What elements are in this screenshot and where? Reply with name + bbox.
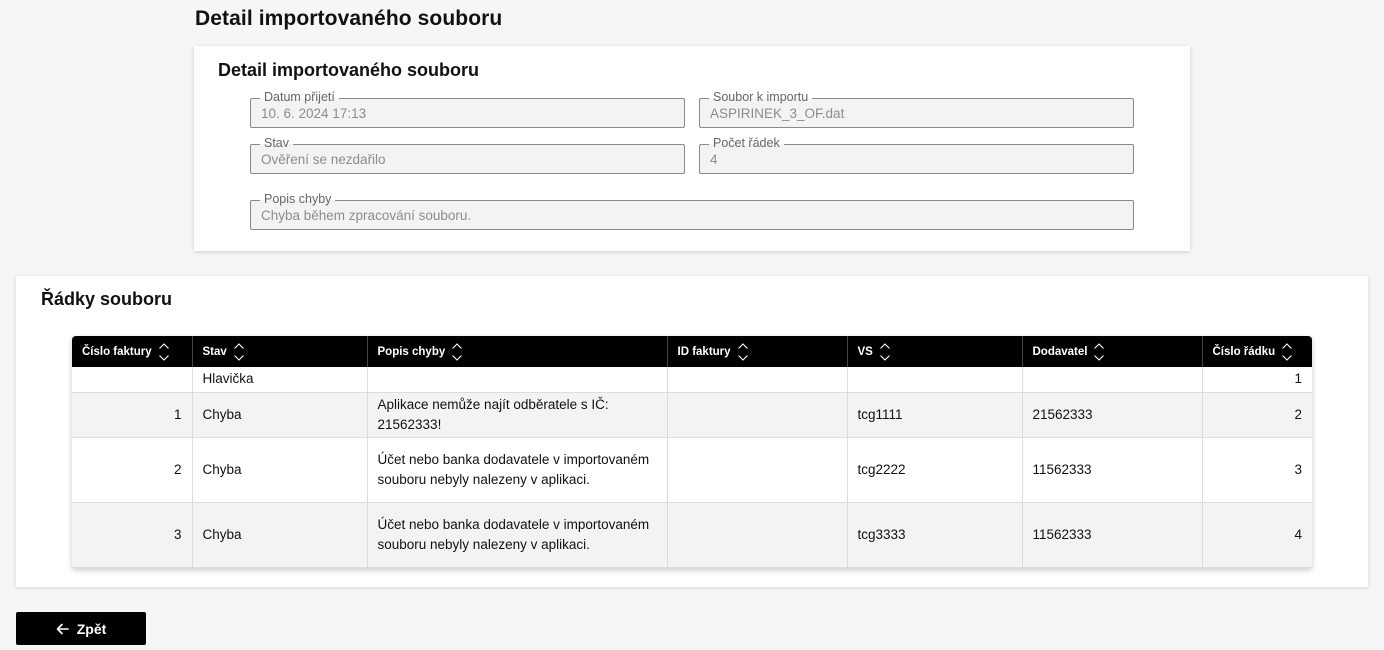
datum-prijeti-field[interactable]: Datum přijetí 10. 6. 2024 17:13 [250,90,685,128]
table-row[interactable]: Hlavička 1 [72,367,1312,393]
col-header-id-faktury[interactable]: ID faktury [667,336,848,367]
sort-icon[interactable] [158,342,170,362]
col-header-label: ID faktury [677,345,731,358]
cell-cislo-radku: 2 [1202,392,1312,438]
cell-id-faktury [667,392,848,438]
col-header-dodavatel[interactable]: Dodavatel [1022,336,1203,367]
col-header-label: VS [857,345,873,358]
page-title: Detail importovaného souboru [195,7,503,30]
arrow-left-icon [56,623,69,635]
sort-icon[interactable] [451,342,463,362]
cell-dodavatel: 11562333 [1022,437,1203,503]
col-header-cislo-faktury[interactable]: Číslo faktury [72,336,193,367]
cell-cislo-faktury: 3 [72,502,193,568]
sort-icon[interactable] [1093,342,1105,362]
rows-table-wrap: Číslo faktury Stav Popis chyby ID faktur… [72,336,1312,568]
table-row[interactable]: 1 Chyba Aplikace nemůže najít odběratele… [72,392,1312,438]
popis-chyby-field[interactable]: Popis chyby Chyba během zpracování soubo… [250,192,1134,230]
col-header-stav[interactable]: Stav [192,336,368,367]
datum-prijeti-value: 10. 6. 2024 17:13 [261,106,367,121]
stav-value: Ověření se nezdařilo [261,152,386,167]
col-header-popis-chyby[interactable]: Popis chyby [367,336,668,367]
cell-dodavatel [1022,367,1203,393]
pocet-radek-label: Počet řádek [709,136,784,151]
col-header-label: Dodavatel [1032,345,1088,358]
pocet-radek-field[interactable]: Počet řádek 4 [699,136,1134,174]
cell-id-faktury [667,502,848,568]
cell-id-faktury [667,437,848,503]
col-header-label: Stav [202,345,227,358]
col-header-cislo-radku[interactable]: Číslo řádku [1202,336,1312,367]
detail-card: Detail importovaného souboru Datum přije… [194,46,1190,251]
stav-label: Stav [260,136,294,151]
cell-dodavatel: 11562333 [1022,502,1203,568]
table-row[interactable]: 3 Chyba Účet nebo banka dodavatele v imp… [72,502,1312,568]
cell-stav: Chyba [192,392,368,438]
cell-id-faktury [667,367,848,393]
col-header-label: Popis chyby [377,345,446,358]
cell-popis-chyby: Účet nebo banka dodavatele v importované… [367,502,668,568]
pocet-radek-value: 4 [710,152,718,167]
cell-vs [847,367,1023,393]
col-header-vs[interactable]: VS [847,336,1023,367]
soubor-value: ASPIRINEK_3_OF.dat [710,106,845,121]
cell-cislo-radku: 1 [1202,367,1312,393]
popis-chyby-label: Popis chyby [260,192,336,207]
cell-cislo-faktury [72,367,193,393]
sort-icon[interactable] [737,342,749,362]
back-button-label: Zpět [76,620,107,637]
cell-stav: Chyba [192,502,368,568]
back-button[interactable]: Zpět [16,612,146,645]
rows-title: Řádky souboru [41,289,173,309]
cell-stav: Hlavička [192,367,368,393]
cell-cislo-faktury: 1 [72,392,193,438]
stav-field[interactable]: Stav Ověření se nezdařilo [250,136,685,174]
datum-prijeti-label: Datum přijetí [260,90,339,105]
table-row[interactable]: 2 Chyba Účet nebo banka dodavatele v imp… [72,437,1312,503]
popis-chyby-value: Chyba během zpracování souboru. [261,208,472,223]
col-header-label: Číslo řádku [1212,345,1276,358]
sort-icon[interactable] [1281,342,1293,362]
cell-cislo-radku: 3 [1202,437,1312,503]
cell-vs: tcg3333 [847,502,1023,568]
detail-card-title: Detail importovaného souboru [218,60,480,80]
cell-popis-chyby [367,367,668,393]
cell-vs: tcg2222 [847,437,1023,503]
sort-icon[interactable] [233,342,245,362]
cell-cislo-radku: 4 [1202,502,1312,568]
table-header-row: Číslo faktury Stav Popis chyby ID faktur… [72,336,1312,367]
cell-popis-chyby: Účet nebo banka dodavatele v importované… [367,437,668,503]
soubor-label: Soubor k importu [709,90,813,105]
cell-popis-chyby: Aplikace nemůže najít odběratele s IČ: 2… [367,392,668,438]
rows-card: Řádky souboru Číslo faktury Stav Popis c… [16,276,1368,587]
cell-cislo-faktury: 2 [72,437,193,503]
rows-table: Číslo faktury Stav Popis chyby ID faktur… [72,336,1312,568]
cell-dodavatel: 21562333 [1022,392,1203,438]
cell-stav: Chyba [192,437,368,503]
soubor-field[interactable]: Soubor k importu ASPIRINEK_3_OF.dat [699,90,1134,128]
sort-icon[interactable] [879,342,891,362]
cell-vs: tcg1111 [847,392,1023,438]
col-header-label: Číslo faktury [82,345,152,358]
